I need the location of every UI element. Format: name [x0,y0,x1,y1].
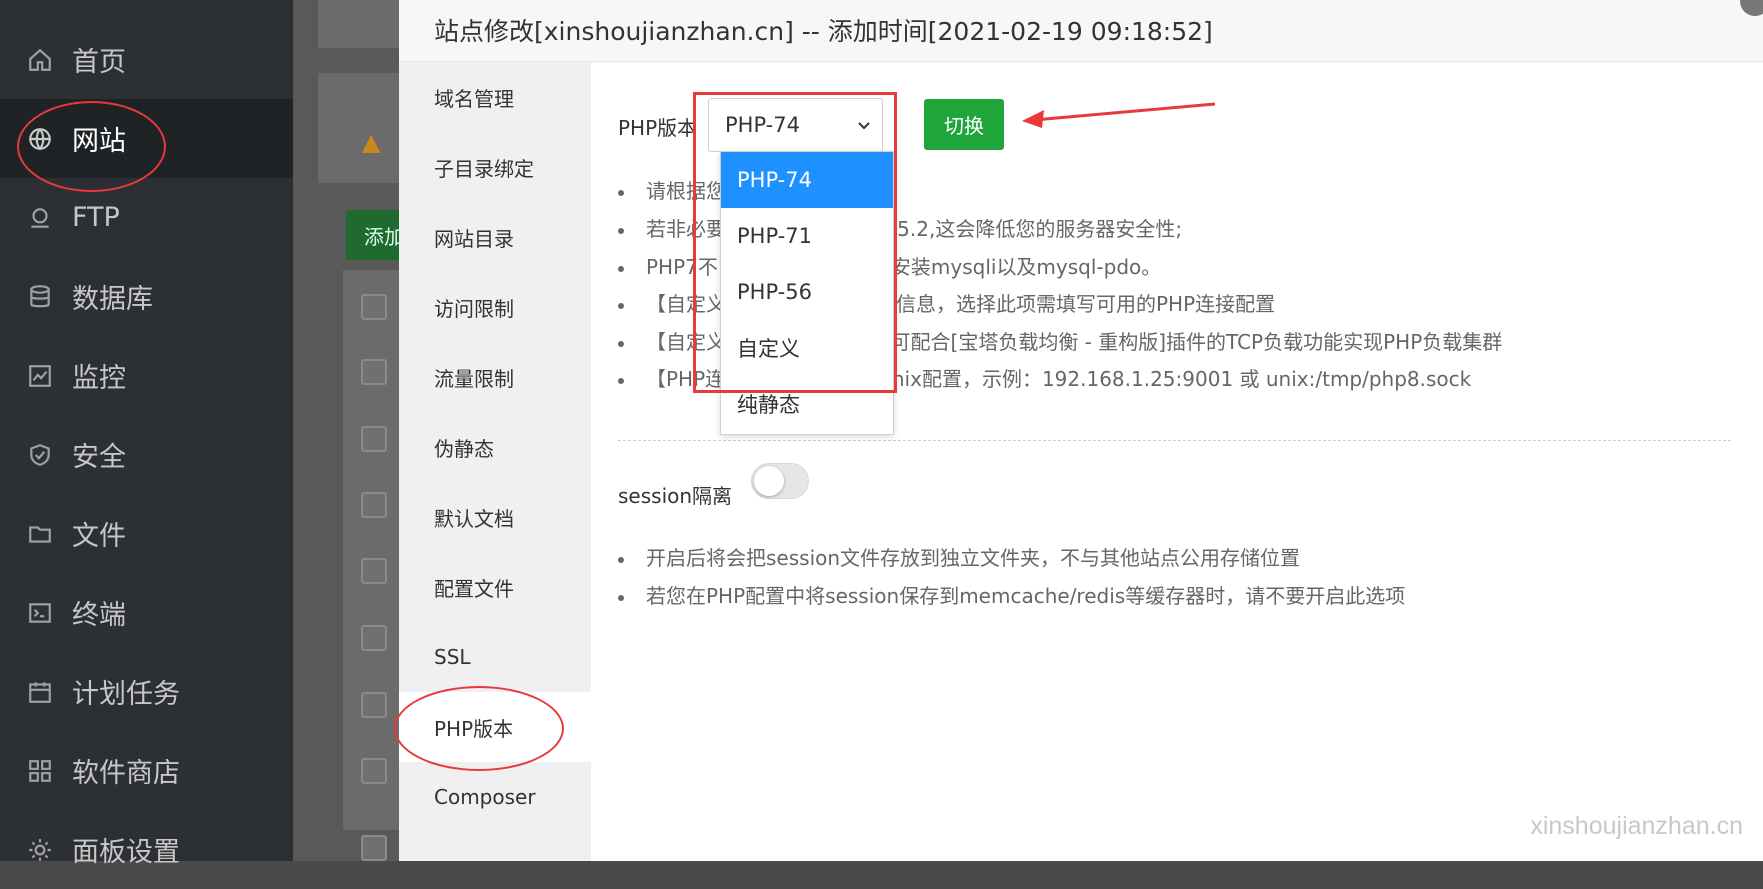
background-checkbox [361,558,387,584]
menu-item-composer[interactable]: Composer [399,762,591,832]
sidebar-item-database[interactable]: 数据库 [0,257,293,336]
bullet-icon [618,557,624,563]
sidebar-item-label: 计划任务 [72,672,180,711]
home-icon [26,46,54,74]
switch-php-button[interactable]: 切换 [924,99,1004,150]
sidebar-item-app-store[interactable]: 软件商店 [0,731,293,810]
bullet-icon [618,266,624,272]
modal-header: 站点修改[xinshoujianzhan.cn] -- 添加时间[2021-02… [399,0,1763,62]
menu-item-domain[interactable]: 域名管理 [399,62,591,132]
sidebar-item-label: 数据库 [72,277,153,316]
annotation-circle-php-version [394,686,564,771]
background-checkbox [361,692,387,718]
menu-item-default-doc[interactable]: 默认文档 [399,482,591,552]
sidebar-item-label: 终端 [72,593,126,632]
background-checkbox [361,359,387,385]
bullet-icon [618,341,624,347]
gear-icon [26,836,54,864]
background-table [343,270,403,830]
session-isolation-toggle[interactable] [751,463,809,499]
bullet-icon [618,303,624,309]
background-checkbox [361,294,387,320]
shield-icon [26,441,54,469]
warning-icon: ▲ [362,128,380,156]
session-note: 若您在PHP配置中将session保存到memcache/redis等缓存器时，… [618,580,1405,609]
sidebar-item-files[interactable]: 文件 [0,494,293,573]
menu-item-ssl[interactable]: SSL [399,622,591,692]
menu-item-traffic-limit[interactable]: 流量限制 [399,342,591,412]
sidebar-item-label: 首页 [72,40,126,79]
toggle-knob [754,466,784,496]
background-breadcrumb [318,0,408,48]
bullet-icon [618,228,624,234]
sidebar-item-security[interactable]: 安全 [0,415,293,494]
sidebar-item-home[interactable]: 首页 [0,20,293,99]
background-checkbox [361,492,387,518]
terminal-icon [26,599,54,627]
session-isolation-label: session隔离 [618,480,732,509]
background-add-button: 添加 [346,210,406,260]
sidebar-item-label: 面板设置 [72,830,180,869]
sidebar-item-cron[interactable]: 计划任务 [0,652,293,731]
folder-icon [26,520,54,548]
bullet-icon [618,190,624,196]
sidebar-item-terminal[interactable]: 终端 [0,573,293,652]
menu-item-access-limit[interactable]: 访问限制 [399,272,591,342]
ftp-icon [26,204,54,232]
annotation-arrow-icon [1020,98,1215,132]
menu-item-subdir[interactable]: 子目录绑定 [399,132,591,202]
sidebar-item-label: FTP [72,202,120,233]
menu-item-site-dir[interactable]: 网站目录 [399,202,591,272]
background-checkbox [361,426,387,452]
bullet-icon [618,378,624,384]
sidebar-item-ftp[interactable]: FTP [0,178,293,257]
background-checkbox [361,758,387,784]
menu-item-config-file[interactable]: 配置文件 [399,552,591,622]
annotation-circle-website [17,101,166,192]
calendar-icon [26,678,54,706]
sidebar-item-label: 文件 [72,514,126,553]
php-version-label: PHP版本 [618,112,697,141]
watermark: xinshoujianzhan.cn [1530,812,1743,841]
sidebar-item-label: 监控 [72,356,126,395]
sidebar-item-label: 软件商店 [72,751,180,790]
section-divider [618,440,1731,441]
background-checkbox [361,625,387,651]
monitor-icon [26,362,54,390]
session-note: 开启后将会把session文件存放到独立文件夹，不与其他站点公用存储位置 [618,542,1300,571]
apps-icon [26,757,54,785]
bullet-icon [618,595,624,601]
sidebar-item-monitor[interactable]: 监控 [0,336,293,415]
modal-title: 站点修改[xinshoujianzhan.cn] -- 添加时间[2021-02… [434,12,1213,48]
database-icon [26,283,54,311]
sidebar-item-label: 安全 [72,435,126,474]
menu-item-rewrite[interactable]: 伪静态 [399,412,591,482]
background-checkbox [361,835,387,861]
annotation-highlight-box [693,92,897,393]
sidebar-item-settings[interactable]: 面板设置 [0,810,293,889]
